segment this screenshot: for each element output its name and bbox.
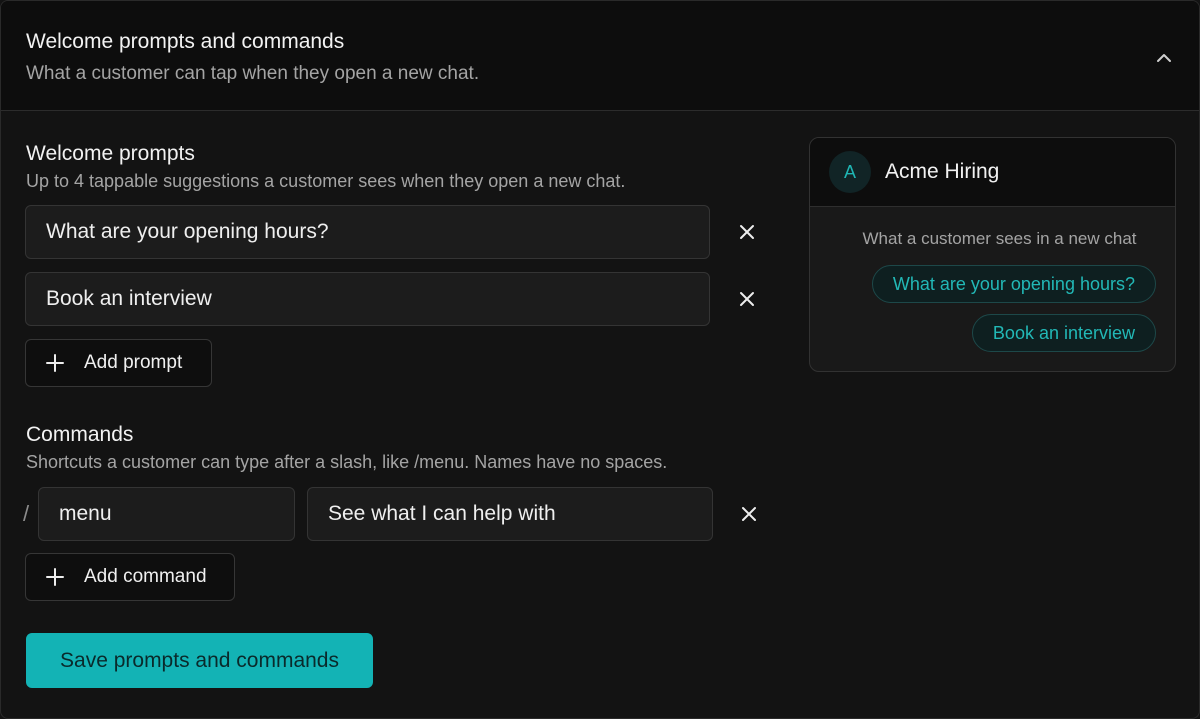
command-name-input[interactable]: menu — [38, 487, 295, 541]
collapse-button[interactable] — [1147, 41, 1181, 75]
command-description-input[interactable]: See what I can help with — [307, 487, 713, 541]
panel-header[interactable]: Welcome prompts and commands What a cust… — [1, 1, 1199, 111]
prompts-section-title: Welcome prompts — [26, 142, 195, 165]
add-prompt-button[interactable]: Add prompt — [25, 339, 212, 387]
chat-preview-card: A Acme Hiring What a customer sees in a … — [809, 137, 1176, 372]
add-command-label: Add command — [84, 566, 207, 587]
plus-icon — [46, 568, 64, 586]
panel-subtitle: What a customer can tap when they open a… — [26, 63, 480, 84]
prompts-section-description: Up to 4 tappable suggestions a customer … — [26, 171, 626, 191]
prompt-input-1[interactable]: What are your opening hours? — [25, 205, 710, 259]
preview-prompt-chip-1[interactable]: What are your opening hours? — [871, 265, 1156, 303]
close-icon — [742, 507, 756, 521]
preview-header: A Acme Hiring — [810, 138, 1175, 207]
avatar: A — [829, 151, 871, 193]
preview-business-name: Acme Hiring — [885, 160, 1000, 183]
close-icon — [740, 292, 754, 306]
panel-title: Welcome prompts and commands — [26, 30, 345, 53]
plus-icon — [46, 354, 64, 372]
save-button[interactable]: Save prompts and commands — [26, 633, 373, 688]
preview-caption: What a customer sees in a new chat — [862, 229, 1137, 248]
commands-section-description: Shortcuts a customer can type after a sl… — [26, 452, 668, 472]
remove-prompt-2-button[interactable] — [729, 281, 765, 317]
slash-prefix: / — [23, 501, 30, 526]
prompts-commands-panel: Welcome prompts and commands What a cust… — [0, 0, 1200, 719]
remove-prompt-1-button[interactable] — [729, 214, 765, 250]
commands-section-title: Commands — [26, 423, 134, 446]
chevron-up-icon — [1157, 54, 1171, 62]
add-prompt-label: Add prompt — [84, 352, 183, 373]
preview-prompt-chip-2[interactable]: Book an interview — [971, 314, 1156, 352]
close-icon — [740, 225, 754, 239]
prompt-input-2[interactable]: Book an interview — [25, 272, 710, 326]
add-command-button[interactable]: Add command — [25, 553, 235, 601]
remove-command-button[interactable] — [731, 496, 767, 532]
